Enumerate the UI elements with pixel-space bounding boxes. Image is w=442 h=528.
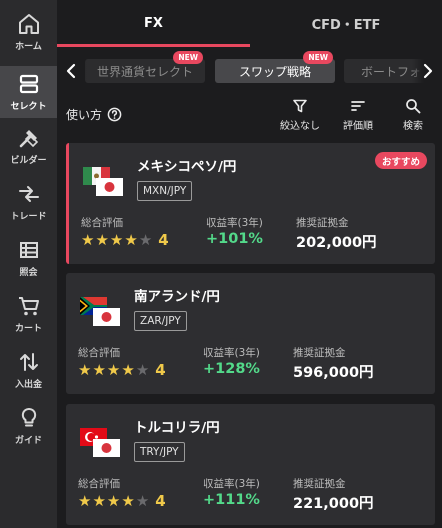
sidebar-item-cart[interactable]: カート <box>0 288 57 340</box>
currency-code: ZAR/JPY <box>134 311 187 331</box>
margin-value: 202,000円 <box>296 235 377 251</box>
sidebar-item-label: 入出金 <box>14 380 42 390</box>
sort-button[interactable]: 評価順 <box>343 98 373 132</box>
new-badge: NEW <box>303 51 333 64</box>
product-card-zar-jpy[interactable]: 南アランド/円 ZAR/JPY 総合評価 収益率(3年) 推奨証拠金 ★ ★ ★ ★ ★… <box>66 273 435 394</box>
chip-swap-strategy[interactable]: スワップ戦略 NEW <box>215 51 335 83</box>
return-value: +101% <box>206 231 263 247</box>
sidebar-item-select[interactable]: セレクト <box>0 66 57 118</box>
sidebar-item-label: ガイド <box>14 436 42 446</box>
sidebar-item-label: セレクト <box>10 102 47 112</box>
star-icon: ★ <box>78 491 92 510</box>
strategy-chips: 世界通貨セレクト NEW スワップ戦略 NEW ボートフォ <box>57 47 442 91</box>
product-card-mxn-jpy[interactable]: メキシコペソ/円 MXN/JPY おすすめ 総合評価 収益率(3年) 推奨証拠金… <box>66 143 435 264</box>
market-tabs: FX CFD・ETF <box>57 0 442 47</box>
star-icon: ★ <box>135 360 150 379</box>
margin-label: 推奨証拠金 <box>293 478 346 490</box>
search-label: 検索 <box>403 121 423 132</box>
star-rating: ★ ★ ★ ★ ★ 4 <box>78 361 166 379</box>
trade-icon <box>18 186 39 202</box>
currency-code: MXN/JPY <box>137 181 193 201</box>
help-icon <box>107 107 122 122</box>
guide-icon <box>21 407 36 427</box>
margin-value: 221,000円 <box>293 496 374 512</box>
select-icon <box>19 74 38 94</box>
star-icon: ★ <box>135 491 150 510</box>
deposit-icon <box>19 353 38 371</box>
builder-icon <box>19 130 38 148</box>
recommended-badge: おすすめ <box>374 152 427 169</box>
filter-button[interactable]: 絞込なし <box>280 98 320 132</box>
margin-label: 推奨証拠金 <box>296 217 349 229</box>
product-name: トルコリラ/円 <box>134 420 220 436</box>
howto-label: 使い方 <box>66 108 103 122</box>
margin-label: 推奨証拠金 <box>293 347 346 359</box>
rating-value: 4 <box>155 361 166 379</box>
sidebar-item-deposit[interactable]: 入出金 <box>0 344 57 396</box>
star-icon: ★ <box>81 230 95 249</box>
sidebar-item-label: トレード <box>10 212 47 222</box>
star-icon: ★ <box>106 360 121 379</box>
home-icon <box>18 14 39 34</box>
rating-label: 総合評価 <box>78 347 120 359</box>
sort-icon <box>351 101 365 111</box>
sidebar-item-builder[interactable]: ビルダー <box>0 120 57 172</box>
currency-code: TRY/JPY <box>134 442 185 462</box>
chip-label: 世界通貨セレクト <box>96 64 193 79</box>
star-icon: ★ <box>92 491 106 510</box>
rating-label: 総合評価 <box>78 478 120 490</box>
sidebar: ホーム セレクト ビルダー トレード 照会 カート 入出金 ガイド <box>0 0 57 528</box>
turkey-japan-flags-icon <box>80 428 120 457</box>
tab-cfd-etf[interactable]: CFD・ETF <box>250 0 442 47</box>
filter-icon <box>293 99 307 113</box>
search-icon <box>406 99 421 114</box>
star-rating: ★ ★ ★ ★ ★ 4 <box>81 231 169 249</box>
howto-link[interactable]: 使い方 <box>66 106 122 123</box>
product-name: メキシコペソ/円 <box>137 159 237 175</box>
star-icon: ★ <box>124 230 138 249</box>
filter-label: 絞込なし <box>280 121 320 132</box>
search-button[interactable]: 検索 <box>403 98 423 132</box>
sidebar-item-home[interactable]: ホーム <box>0 6 57 58</box>
tab-fx[interactable]: FX <box>57 0 250 47</box>
chevron-left-icon[interactable] <box>61 59 81 83</box>
star-rating: ★ ★ ★ ★ ★ 4 <box>78 492 166 510</box>
sidebar-item-label: 照会 <box>19 268 38 278</box>
star-icon: ★ <box>106 491 121 510</box>
rating-value: 4 <box>155 492 166 510</box>
cart-icon <box>18 297 39 316</box>
sort-label: 評価順 <box>343 121 373 132</box>
return-label: 収益率(3年) <box>206 217 263 229</box>
sidebar-item-label: ビルダー <box>10 156 47 166</box>
product-card-try-jpy[interactable]: トルコリラ/円 TRY/JPY 総合評価 収益率(3年) 推奨証拠金 ★ ★ ★ ★ ★… <box>66 404 435 525</box>
star-icon: ★ <box>109 230 124 249</box>
star-icon: ★ <box>92 360 106 379</box>
sidebar-item-guide[interactable]: ガイド <box>0 400 57 452</box>
inquiry-icon <box>19 242 38 258</box>
rating-value: 4 <box>158 231 169 249</box>
sidebar-item-trade[interactable]: トレード <box>0 176 57 228</box>
star-icon: ★ <box>121 491 135 510</box>
return-value: +111% <box>203 492 260 508</box>
rating-label: 総合評価 <box>81 217 123 229</box>
sidebar-item-label: カート <box>14 324 42 334</box>
star-icon: ★ <box>121 360 135 379</box>
chevron-right-icon[interactable] <box>418 59 438 83</box>
return-label: 収益率(3年) <box>203 478 260 490</box>
star-icon: ★ <box>78 360 92 379</box>
sidebar-item-label: ホーム <box>15 42 42 52</box>
new-badge: NEW <box>173 51 203 64</box>
return-value: +128% <box>203 361 260 377</box>
sidebar-item-inquiry[interactable]: 照会 <box>0 232 57 284</box>
mexico-japan-flags-icon <box>83 167 123 196</box>
product-name: 南アランド/円 <box>134 289 220 305</box>
star-icon: ★ <box>95 230 109 249</box>
return-label: 収益率(3年) <box>203 347 260 359</box>
chip-world-currency-select[interactable]: 世界通貨セレクト NEW <box>85 51 205 83</box>
margin-value: 596,000円 <box>293 365 374 381</box>
south-africa-japan-flags-icon <box>80 297 120 326</box>
chip-label: スワップ戦略 <box>238 64 311 79</box>
star-icon: ★ <box>138 230 153 249</box>
